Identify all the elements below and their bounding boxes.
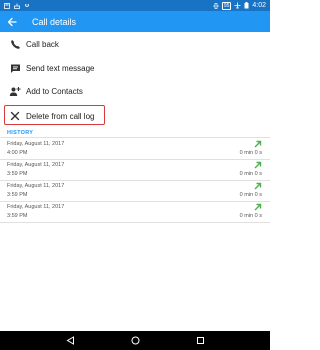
status-notifications — [4, 2, 30, 9]
call-date: Friday, August 11, 2017 — [7, 141, 65, 147]
call-date: Friday, August 11, 2017 — [7, 183, 65, 189]
call-date: Friday, August 11, 2017 — [7, 204, 65, 210]
divider — [0, 137, 270, 138]
vibrate-icon — [213, 2, 219, 9]
divider — [0, 159, 270, 160]
call-time: 3:59 PM — [7, 171, 28, 177]
phone-icon — [9, 38, 21, 50]
send-text-label: Send text message — [26, 63, 95, 73]
outgoing-call-icon — [254, 182, 262, 190]
status-bar: 95 4:02 — [0, 0, 270, 11]
call-back-button[interactable]: Call back — [0, 32, 270, 56]
divider — [0, 180, 270, 181]
message-icon — [9, 62, 21, 74]
history-item[interactable]: Friday, August 11, 2017 3:59 PM 0 min 0 … — [0, 161, 270, 182]
divider — [0, 201, 270, 202]
outgoing-call-icon — [254, 140, 262, 148]
battery-icon — [244, 2, 249, 9]
navigation-bar — [0, 331, 270, 350]
back-triangle-icon[interactable] — [66, 336, 75, 345]
call-date: Friday, August 11, 2017 — [7, 162, 65, 168]
status-system: 95 4:02 — [213, 1, 266, 10]
app-bar: Call details — [0, 11, 270, 32]
call-time: 3:59 PM — [7, 213, 28, 219]
recents-square-icon[interactable] — [196, 336, 205, 345]
divider — [0, 222, 270, 223]
add-to-contacts-button[interactable]: Add to Contacts — [0, 79, 270, 103]
page-title: Call details — [32, 16, 77, 27]
call-time: 3:59 PM — [7, 192, 28, 198]
outgoing-call-icon — [254, 161, 262, 169]
call-duration: 0 min 0 s — [239, 192, 262, 198]
call-back-label: Call back — [26, 39, 59, 49]
notification-icon — [4, 2, 10, 9]
history-item[interactable]: Friday, August 11, 2017 4:00 PM 0 min 0 … — [0, 140, 270, 161]
clock: 4:02 — [252, 2, 266, 9]
history-header: HISTORY — [7, 130, 34, 136]
highlight-box — [4, 105, 105, 125]
send-text-button[interactable]: Send text message — [0, 56, 270, 80]
outgoing-call-icon — [254, 203, 262, 211]
history-item[interactable]: Friday, August 11, 2017 3:59 PM 0 min 0 … — [0, 203, 270, 224]
add-person-icon — [9, 85, 21, 97]
inbox-icon — [14, 3, 20, 9]
battery-level: 95 — [221, 1, 232, 10]
call-duration: 0 min 0 s — [239, 213, 262, 219]
dropbox-icon — [25, 3, 29, 7]
home-circle-icon[interactable] — [131, 336, 140, 345]
call-duration: 0 min 0 s — [239, 171, 262, 177]
back-button[interactable] — [0, 11, 24, 32]
arrow-back-icon — [7, 17, 17, 26]
airplane-icon — [234, 2, 241, 9]
call-duration: 0 min 0 s — [239, 150, 262, 156]
call-time: 4:00 PM — [7, 150, 28, 156]
history-item[interactable]: Friday, August 11, 2017 3:59 PM 0 min 0 … — [0, 182, 270, 203]
add-to-contacts-label: Add to Contacts — [26, 86, 83, 96]
